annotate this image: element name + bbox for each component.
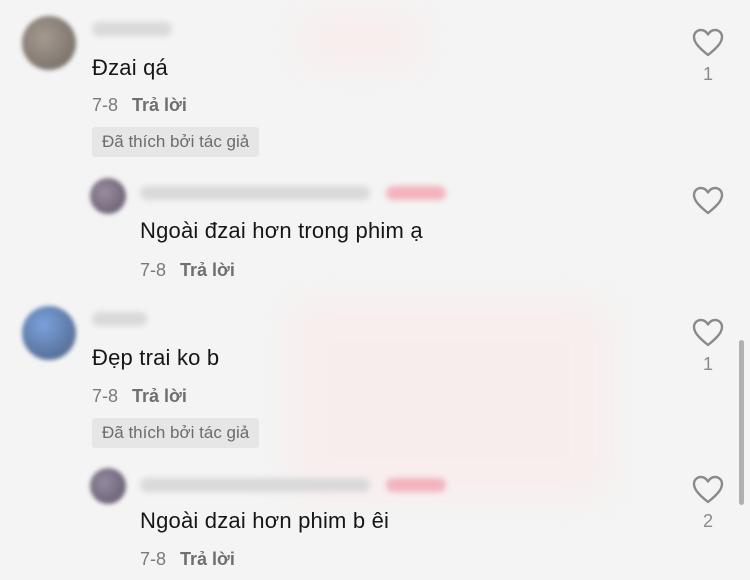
like-count: 1 xyxy=(702,64,713,84)
comment-meta: 7-8 Trả lời xyxy=(92,95,187,116)
avatar[interactable] xyxy=(22,16,76,70)
reply-button[interactable]: Trả lời xyxy=(132,386,187,406)
username-blurred[interactable] xyxy=(92,312,147,326)
scrollbar[interactable] xyxy=(739,340,744,505)
author-tag-blurred xyxy=(386,186,446,200)
background-blur xyxy=(290,300,610,500)
heart-outline-icon[interactable] xyxy=(692,475,724,505)
username-blurred[interactable] xyxy=(92,22,172,36)
background-blur xyxy=(300,10,420,70)
comment-text: Ngoài đzai hơn trong phim ạ xyxy=(140,218,423,243)
reply-button[interactable]: Trả lời xyxy=(180,260,235,280)
liked-by-author-badge: Đã thích bởi tác giả xyxy=(92,418,260,448)
liked-by-author-badge: Đã thích bởi tác giả xyxy=(92,127,260,157)
like-count: 2 xyxy=(702,511,713,531)
like-count: 1 xyxy=(702,354,713,374)
comment-text: Đẹp trai ko b xyxy=(92,345,220,370)
avatar[interactable] xyxy=(22,306,76,360)
comment-date: 7-8 xyxy=(140,549,167,569)
comment-date: 7-8 xyxy=(140,260,167,280)
comment-text: Ngoài dzai hơn phim b êi xyxy=(140,508,390,533)
username-blurred[interactable] xyxy=(140,478,370,492)
avatar[interactable] xyxy=(90,468,126,504)
comment-meta: 7-8 Trả lời xyxy=(140,260,235,281)
reply-button[interactable]: Trả lời xyxy=(132,95,187,115)
avatar[interactable] xyxy=(90,178,126,214)
author-tag-blurred xyxy=(386,478,446,492)
comment-meta: 7-8 Trả lời xyxy=(92,386,187,407)
comment-date: 7-8 xyxy=(92,386,119,406)
heart-outline-icon[interactable] xyxy=(692,186,724,216)
comment-meta: 7-8 Trả lời xyxy=(140,549,235,570)
heart-outline-icon[interactable] xyxy=(692,318,724,348)
comment-date: 7-8 xyxy=(92,95,119,115)
comment-text: Đzai qá xyxy=(92,55,168,80)
username-blurred[interactable] xyxy=(140,186,370,200)
reply-button[interactable]: Trả lời xyxy=(180,549,235,569)
heart-outline-icon[interactable] xyxy=(692,28,724,58)
